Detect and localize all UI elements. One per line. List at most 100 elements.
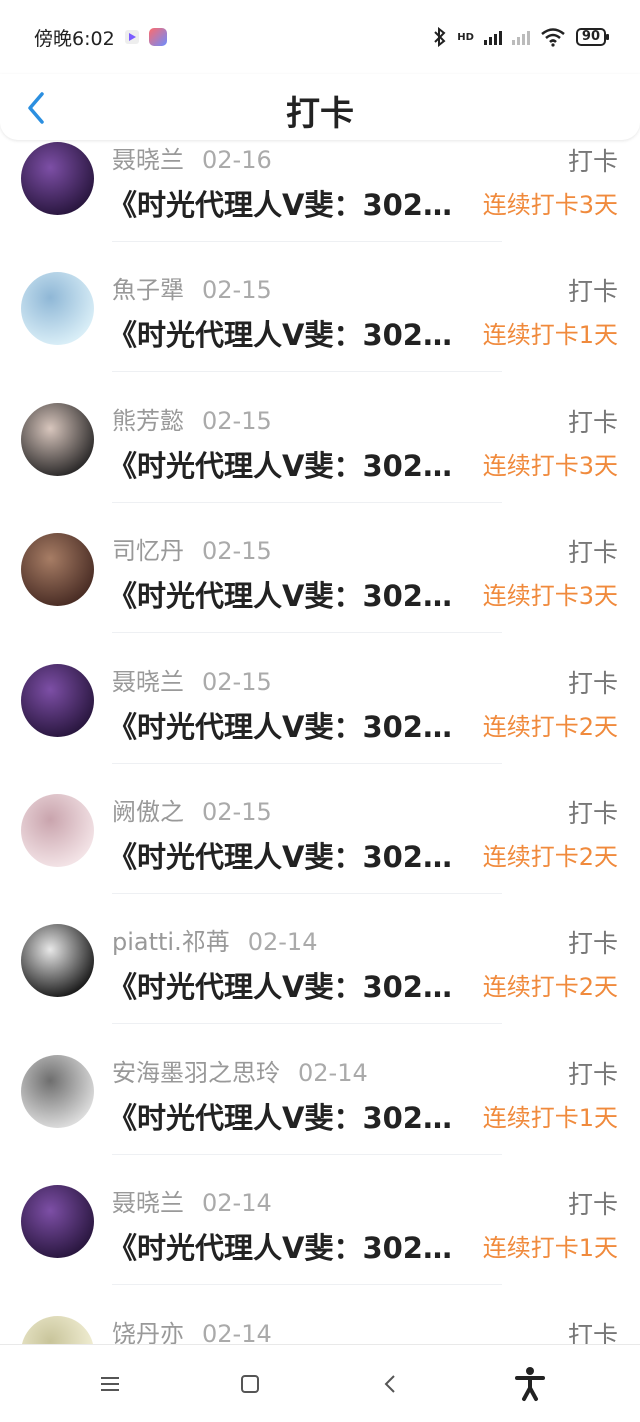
wifi-icon: [541, 28, 565, 47]
checkin-date: 02-16: [202, 146, 272, 174]
book-title[interactable]: 《时光代理人V斐：3029》: [108, 704, 468, 746]
checkin-date: 02-15: [202, 406, 272, 435]
hd-badge: HD: [457, 31, 474, 43]
app-header: 打卡: [0, 74, 640, 140]
checkin-date: 02-14: [202, 1189, 272, 1218]
checkin-label: 打卡: [567, 147, 618, 176]
user-name[interactable]: 司忆丹: [112, 537, 184, 565]
streak-badge: 连续打卡1天: [482, 321, 618, 350]
checkin-row[interactable]: 聂晓兰 02-15 打卡 《时光代理人V斐：3029》 连续打卡2天: [0, 652, 640, 782]
checkin-row[interactable]: 安海墨羽之思玲 02-14 打卡 《时光代理人V斐：3029》 连续打卡1天: [0, 1043, 640, 1173]
row-divider: [112, 241, 502, 242]
back-triangle-icon: [384, 1374, 395, 1393]
user-meta: 聂晓兰 02-14: [112, 1183, 272, 1218]
status-right: HD 90: [433, 27, 610, 47]
checkin-date: 02-15: [202, 537, 272, 566]
row-divider: [112, 1023, 502, 1025]
streak-badge: 连续打卡2天: [482, 843, 618, 871]
user-meta: 安海墨羽之思玲 02-14: [112, 1053, 368, 1088]
checkin-row[interactable]: 聂晓兰 02-16 打卡 《时光代理人V斐：3029》 连续打卡3天: [0, 130, 640, 260]
bluetooth-icon: [434, 27, 446, 47]
streak-badge: 连续打卡2天: [482, 973, 618, 1002]
user-name[interactable]: piatti.祁苒: [112, 928, 230, 956]
game-app-icon: [148, 28, 167, 46]
checkin-label: 打卡: [567, 799, 618, 828]
avatar[interactable]: [21, 1054, 94, 1128]
checkin-row[interactable]: 熊芳懿 02-15 打卡 《时光代理人V斐：3029》 连续打卡3天: [0, 391, 640, 521]
user-name[interactable]: 饶丹亦: [112, 1320, 184, 1344]
user-meta: 魚子犟 02-15: [112, 270, 272, 305]
checkin-label: 打卡: [567, 1320, 618, 1344]
row-divider: [112, 893, 502, 894]
checkin-date: 02-14: [298, 1058, 368, 1087]
checkin-label: 打卡: [567, 1059, 618, 1089]
book-title[interactable]: 《时光代理人V斐：3029》: [108, 1095, 468, 1137]
book-title[interactable]: 《时光代理人V斐：3029》: [108, 834, 468, 876]
avatar[interactable]: [21, 533, 94, 607]
book-title[interactable]: 《时光代理人V斐：3029》: [108, 573, 468, 615]
book-title[interactable]: 《时光代理人V斐：3029》: [108, 182, 468, 224]
accessibility-button[interactable]: [510, 1364, 550, 1404]
signal-strength-secondary-icon: [511, 29, 530, 45]
user-name[interactable]: 魚子犟: [112, 276, 184, 304]
checkin-row[interactable]: piatti.祁苒 02-14 打卡 《时光代理人V斐：3029》 连续打卡2天: [0, 912, 640, 1042]
checkin-list[interactable]: 聂晓兰 02-16 打卡 《时光代理人V斐：3029》 连续打卡3天 魚子犟 02-…: [0, 130, 640, 1344]
status-left: 傍晚6:02: [34, 24, 167, 51]
book-title[interactable]: 《时光代理人V斐：3029》: [108, 443, 468, 485]
user-name[interactable]: 聂晓兰: [112, 1189, 184, 1217]
checkin-date: 02-15: [202, 276, 272, 305]
checkin-label: 打卡: [567, 277, 618, 307]
avatar[interactable]: [21, 924, 94, 998]
user-meta: 司忆丹 02-15: [112, 531, 272, 566]
avatar[interactable]: [21, 663, 94, 737]
avatar[interactable]: [21, 794, 94, 867]
checkin-row[interactable]: 饶丹亦 02-14 打卡: [0, 1304, 640, 1344]
row-divider: [112, 762, 502, 764]
user-name[interactable]: 聂晓兰: [112, 668, 184, 696]
checkin-label: 打卡: [567, 407, 618, 437]
user-name[interactable]: 熊芳懿: [112, 407, 184, 435]
row-divider: [112, 501, 502, 503]
checkin-row[interactable]: 魚子犟 02-15 打卡 《时光代理人V斐：3029》 连续打卡1天: [0, 260, 640, 390]
user-meta: 熊芳懿 02-15: [112, 401, 272, 436]
avatar[interactable]: [21, 402, 94, 476]
book-title[interactable]: 《时光代理人V斐：3029》: [108, 312, 468, 354]
avatar[interactable]: [21, 1315, 94, 1344]
system-navigation-bar: [0, 1344, 640, 1422]
checkin-label: 打卡: [567, 538, 618, 568]
status-time: 傍晚6:02: [34, 27, 115, 50]
streak-badge: 连续打卡1天: [482, 1103, 618, 1132]
checkin-date: 02-15: [202, 798, 272, 826]
streak-badge: 连续打卡3天: [482, 191, 618, 219]
checkin-date: 02-15: [202, 667, 272, 696]
user-name[interactable]: 安海墨羽之思玲: [112, 1059, 280, 1087]
checkin-row[interactable]: 阙傲之 02-15 打卡 《时光代理人V斐：3029》 连续打卡2天: [0, 782, 640, 912]
checkin-label: 打卡: [567, 929, 618, 959]
streak-badge: 连续打卡3天: [482, 451, 618, 480]
checkin-date: 02-14: [247, 928, 318, 957]
avatar[interactable]: [21, 1185, 94, 1259]
user-meta: 聂晓兰 02-16: [112, 140, 272, 175]
menu-icon: [101, 1376, 119, 1391]
accessibility-icon: [515, 1366, 545, 1401]
home-square-icon: [241, 1374, 259, 1393]
book-title[interactable]: 《时光代理人V斐：3029》: [108, 964, 468, 1006]
row-divider: [112, 1153, 502, 1155]
row-divider: [112, 632, 502, 634]
row-divider: [112, 1284, 502, 1286]
page-title: 打卡: [286, 94, 354, 134]
user-name[interactable]: 聂晓兰: [112, 146, 184, 174]
checkin-row[interactable]: 聂晓兰 02-14 打卡 《时光代理人V斐：3029》 连续打卡1天: [0, 1173, 640, 1303]
book-title[interactable]: 《时光代理人V斐：3029》: [108, 1225, 468, 1267]
checkin-row[interactable]: 司忆丹 02-15 打卡 《时光代理人V斐：3029》 连续打卡3天: [0, 521, 640, 651]
user-meta: 饶丹亦 02-14: [112, 1314, 272, 1344]
user-meta: piatti.祁苒 02-14: [112, 922, 317, 957]
video-app-icon: [124, 30, 139, 44]
home-button[interactable]: [230, 1364, 270, 1404]
avatar[interactable]: [21, 142, 94, 215]
avatar[interactable]: [21, 272, 94, 346]
menu-button[interactable]: [90, 1364, 130, 1404]
back-nav-button[interactable]: [370, 1364, 410, 1404]
checkin-date: 02-14: [202, 1319, 272, 1344]
user-name[interactable]: 阙傲之: [112, 798, 184, 826]
